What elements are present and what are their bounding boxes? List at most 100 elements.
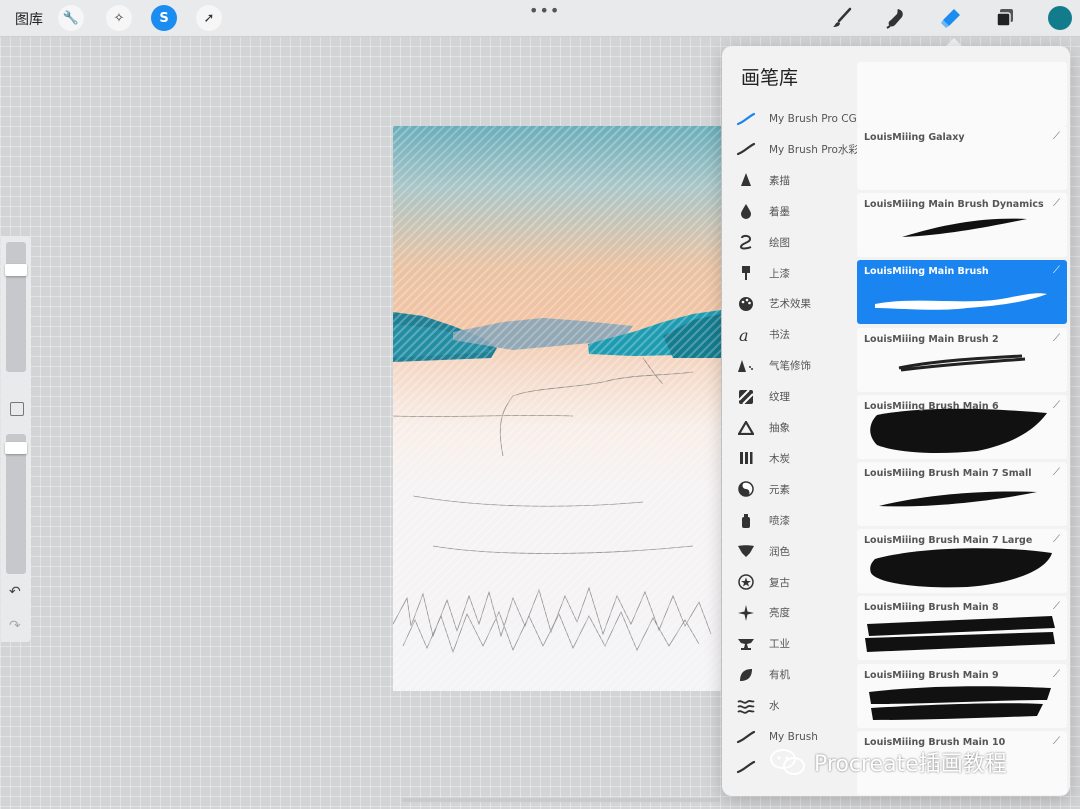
brush-item[interactable]: LouisMiiing Galaxy ⟋	[857, 126, 1067, 190]
brush-name: LouisMiiing Brush Main 7 Small	[864, 468, 1032, 479]
wechat-icon	[770, 749, 805, 775]
brush-stroke-icon	[735, 142, 757, 156]
triangle-icon	[735, 420, 757, 435]
brush-item[interactable]: LouisMiiing Brush Main 6 ⟋	[857, 394, 1067, 459]
brush-category-label: 艺术效果	[769, 298, 811, 311]
layers-icon[interactable]	[993, 6, 1017, 30]
brush-category-label: 气笔修饰	[769, 360, 811, 373]
redo-button[interactable]: ↷	[9, 618, 21, 634]
wrench-icon[interactable]: 🔧	[58, 5, 84, 31]
brush-name: LouisMiiing Brush Main 7 Large	[864, 535, 1033, 547]
brush-library-panel: 画笔库 + My Brush Pro CGMy Brush Pro水彩素描着墨绘…	[722, 46, 1070, 796]
brush-category-item[interactable]: 纹理	[722, 381, 857, 412]
color-picker-button[interactable]	[1048, 6, 1072, 30]
modify-button[interactable]	[10, 402, 24, 416]
brush-item[interactable]: LouisMiiing Brush Main 7 Small ⟋	[857, 462, 1067, 526]
selection-s-icon[interactable]: S	[151, 5, 177, 31]
watermark: Procreate插画教程	[768, 746, 1007, 778]
brush-category-item[interactable]: My Brush Pro水彩	[722, 134, 857, 165]
eraser-icon[interactable]	[938, 6, 962, 30]
brush-stroke-mini-icon: ⟋	[1053, 534, 1060, 546]
undo-button[interactable]: ↶	[9, 584, 21, 600]
brush-stroke-icon	[735, 760, 757, 774]
brush-category-label: 润色	[769, 545, 790, 558]
brush-category-label: 水	[769, 700, 780, 713]
opacity-knob[interactable]	[5, 442, 27, 454]
brush-category-item[interactable]: 水	[722, 690, 857, 721]
brush-category-label: 抽象	[769, 422, 790, 434]
brush-category-list: My Brush Pro CG My Brush Pro水彩 素描着墨绘图上漆艺术效…	[722, 102, 857, 796]
paint-brush-icon[interactable]	[830, 6, 854, 30]
brush-list: LouisMiiing Galaxy ⟋ LouisMiiing Main Brus…	[857, 62, 1067, 796]
brush-category-item[interactable]: 艺术效果	[722, 288, 857, 319]
squiggle-icon	[735, 234, 757, 250]
brush-item[interactable]: LouisMiiing Main Brush ⟋	[857, 260, 1067, 325]
brush-category-item[interactable]: 木炭	[722, 443, 857, 474]
magic-wand-icon[interactable]: ✧	[106, 5, 132, 31]
more-options-button[interactable]: •••	[529, 1, 560, 20]
brush-category-item[interactable]: 绘图	[722, 227, 857, 258]
brush-category-label: 上漆	[769, 267, 790, 280]
charcoal-icon	[735, 451, 757, 465]
brush-category-label: 复古	[769, 576, 790, 589]
brush-category-item[interactable]: 着墨	[722, 196, 857, 227]
brush-name: LouisMiiing Brush Main 8	[864, 602, 999, 614]
selection-hatch-overlay	[393, 126, 721, 691]
brush-item[interactable]: LouisMiiing Brush Main 9 ⟋	[857, 663, 1067, 728]
brush-category-item[interactable]: My Brush Pro CG	[722, 103, 857, 134]
brush-category-label: 工业	[769, 638, 790, 651]
brush-item[interactable]: LouisMiiing Brush Main 8 ⟋	[857, 596, 1067, 661]
brush-stroke-mini-icon: ⟋	[1053, 601, 1060, 613]
transform-arrow-icon[interactable]: ➚	[196, 5, 222, 31]
brush-item[interactable]: LouisMiiing Main Brush 2 ⟋	[857, 327, 1067, 392]
brush-name: LouisMiiing Galaxy	[864, 132, 965, 143]
brush-item[interactable]: LouisMiiing Main Brush Dynamics ⟋	[857, 193, 1067, 258]
artwork-canvas[interactable]	[393, 126, 721, 691]
brush-category-label: 着墨	[769, 205, 790, 218]
brush-category-item[interactable]: a 书法	[722, 319, 857, 350]
brush-stroke-icon	[735, 112, 757, 126]
brush-category-item[interactable]: 气笔修饰	[722, 350, 857, 381]
brush-category-item[interactable]: 复古	[722, 567, 857, 598]
sparkle-icon	[735, 604, 757, 621]
canvas-scroll-indicator	[402, 798, 720, 802]
brush-category-label: My Brush Pro水彩	[769, 143, 857, 156]
brush-name: LouisMiiing Main Brush	[864, 266, 989, 278]
brush-stroke-mini-icon: ⟋	[1053, 467, 1060, 478]
brush-category-item[interactable]: 上漆	[722, 258, 857, 289]
blend-icon	[735, 544, 757, 558]
texture-icon	[735, 389, 757, 404]
side-slider-bar: ↶ ↷	[1, 236, 31, 642]
brush-category-item[interactable]: 有机	[722, 659, 857, 690]
brush-category-item[interactable]: 润色	[722, 536, 857, 567]
smudge-icon[interactable]	[884, 6, 908, 30]
brush-category-item[interactable]: 抽象	[722, 412, 857, 443]
brush-category-label: 元素	[769, 483, 790, 496]
brush-name: LouisMiiing Brush Main 9	[864, 669, 999, 681]
palette-icon	[735, 296, 757, 312]
brush-name: LouisMiiing Main Brush 2	[864, 333, 999, 345]
brush-category-label: 喷漆	[769, 514, 790, 527]
brush-category-item[interactable]: 元素	[722, 474, 857, 505]
opacity-slider[interactable]	[5, 434, 27, 574]
brush-category-label: 绘图	[769, 236, 790, 249]
star-badge-icon	[735, 574, 757, 590]
brush-item[interactable]: LouisMiiing Brush Main 7 Large ⟋	[857, 529, 1067, 594]
brush-category-item[interactable]: 素描	[722, 165, 857, 196]
brush-category-label: 素描	[769, 174, 790, 187]
brush-name: LouisMiiing Brush Main 6	[864, 400, 999, 412]
leaf-icon	[735, 667, 757, 683]
brush-name: LouisMiiing Main Brush Dynamics	[864, 199, 1044, 211]
brush-size-knob[interactable]	[5, 264, 27, 276]
anvil-icon	[735, 637, 757, 651]
gallery-button[interactable]: 图库	[15, 9, 43, 29]
brush-category-item[interactable]: 喷漆	[722, 505, 857, 536]
brush-category-label: 亮度	[769, 607, 790, 620]
waves-icon	[735, 698, 757, 714]
brush-category-item[interactable]: 亮度	[722, 597, 857, 628]
brush-category-item[interactable]: 工业	[722, 628, 857, 659]
brush-item-partial[interactable]	[857, 62, 1067, 126]
brush-stroke-icon	[735, 730, 757, 744]
brush-size-slider[interactable]	[5, 242, 27, 372]
ink-drop-icon	[735, 203, 757, 220]
